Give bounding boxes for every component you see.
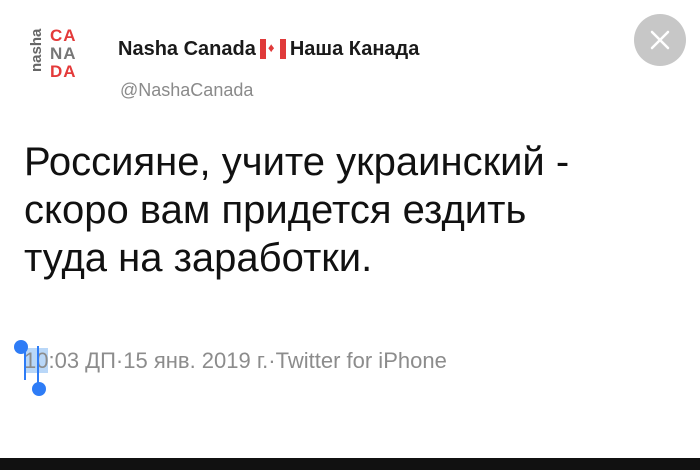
selection-end-caret (37, 346, 39, 384)
source-text[interactable]: Twitter for iPhone (276, 348, 447, 374)
text-selection[interactable]: 10 (14, 340, 49, 396)
logo-side-text: nasha (28, 28, 45, 72)
account-logo[interactable]: nasha CA NA DA (28, 26, 100, 88)
date-text: 15 янв. 2019 г. (123, 348, 269, 373)
user-handle[interactable]: @NashaCanada (120, 80, 253, 101)
meta-separator-2: · (268, 348, 276, 373)
time-text: :03 ДП (48, 348, 116, 373)
close-button[interactable] (634, 14, 686, 66)
close-icon (650, 30, 670, 50)
display-name[interactable]: Nasha Canada Наша Канада (118, 36, 419, 62)
display-name-left: Nasha Canada (118, 37, 256, 60)
logo-row-3: DA (50, 62, 77, 81)
selection-end-handle[interactable] (32, 382, 46, 396)
bottom-bar (0, 458, 700, 470)
tweet-meta: 10 :03 ДП · 15 янв. 2019 г. · Twitter fo… (14, 340, 447, 396)
selection-start-caret (24, 346, 26, 380)
tweet-line-3: туда на заработки. (24, 236, 373, 280)
tweet-line-2: скоро вам придется ездить (24, 188, 527, 232)
logo-grid: CA NA DA (50, 27, 98, 82)
tweet-text: Россияне, учите украинский - скоро вам п… (24, 138, 674, 282)
display-name-right: Наша Канада (289, 37, 420, 60)
meta-separator-1: · (115, 348, 124, 373)
tweet-line-1: Россияне, учите украинский - (24, 140, 570, 184)
canada-flag-icon (259, 39, 286, 59)
